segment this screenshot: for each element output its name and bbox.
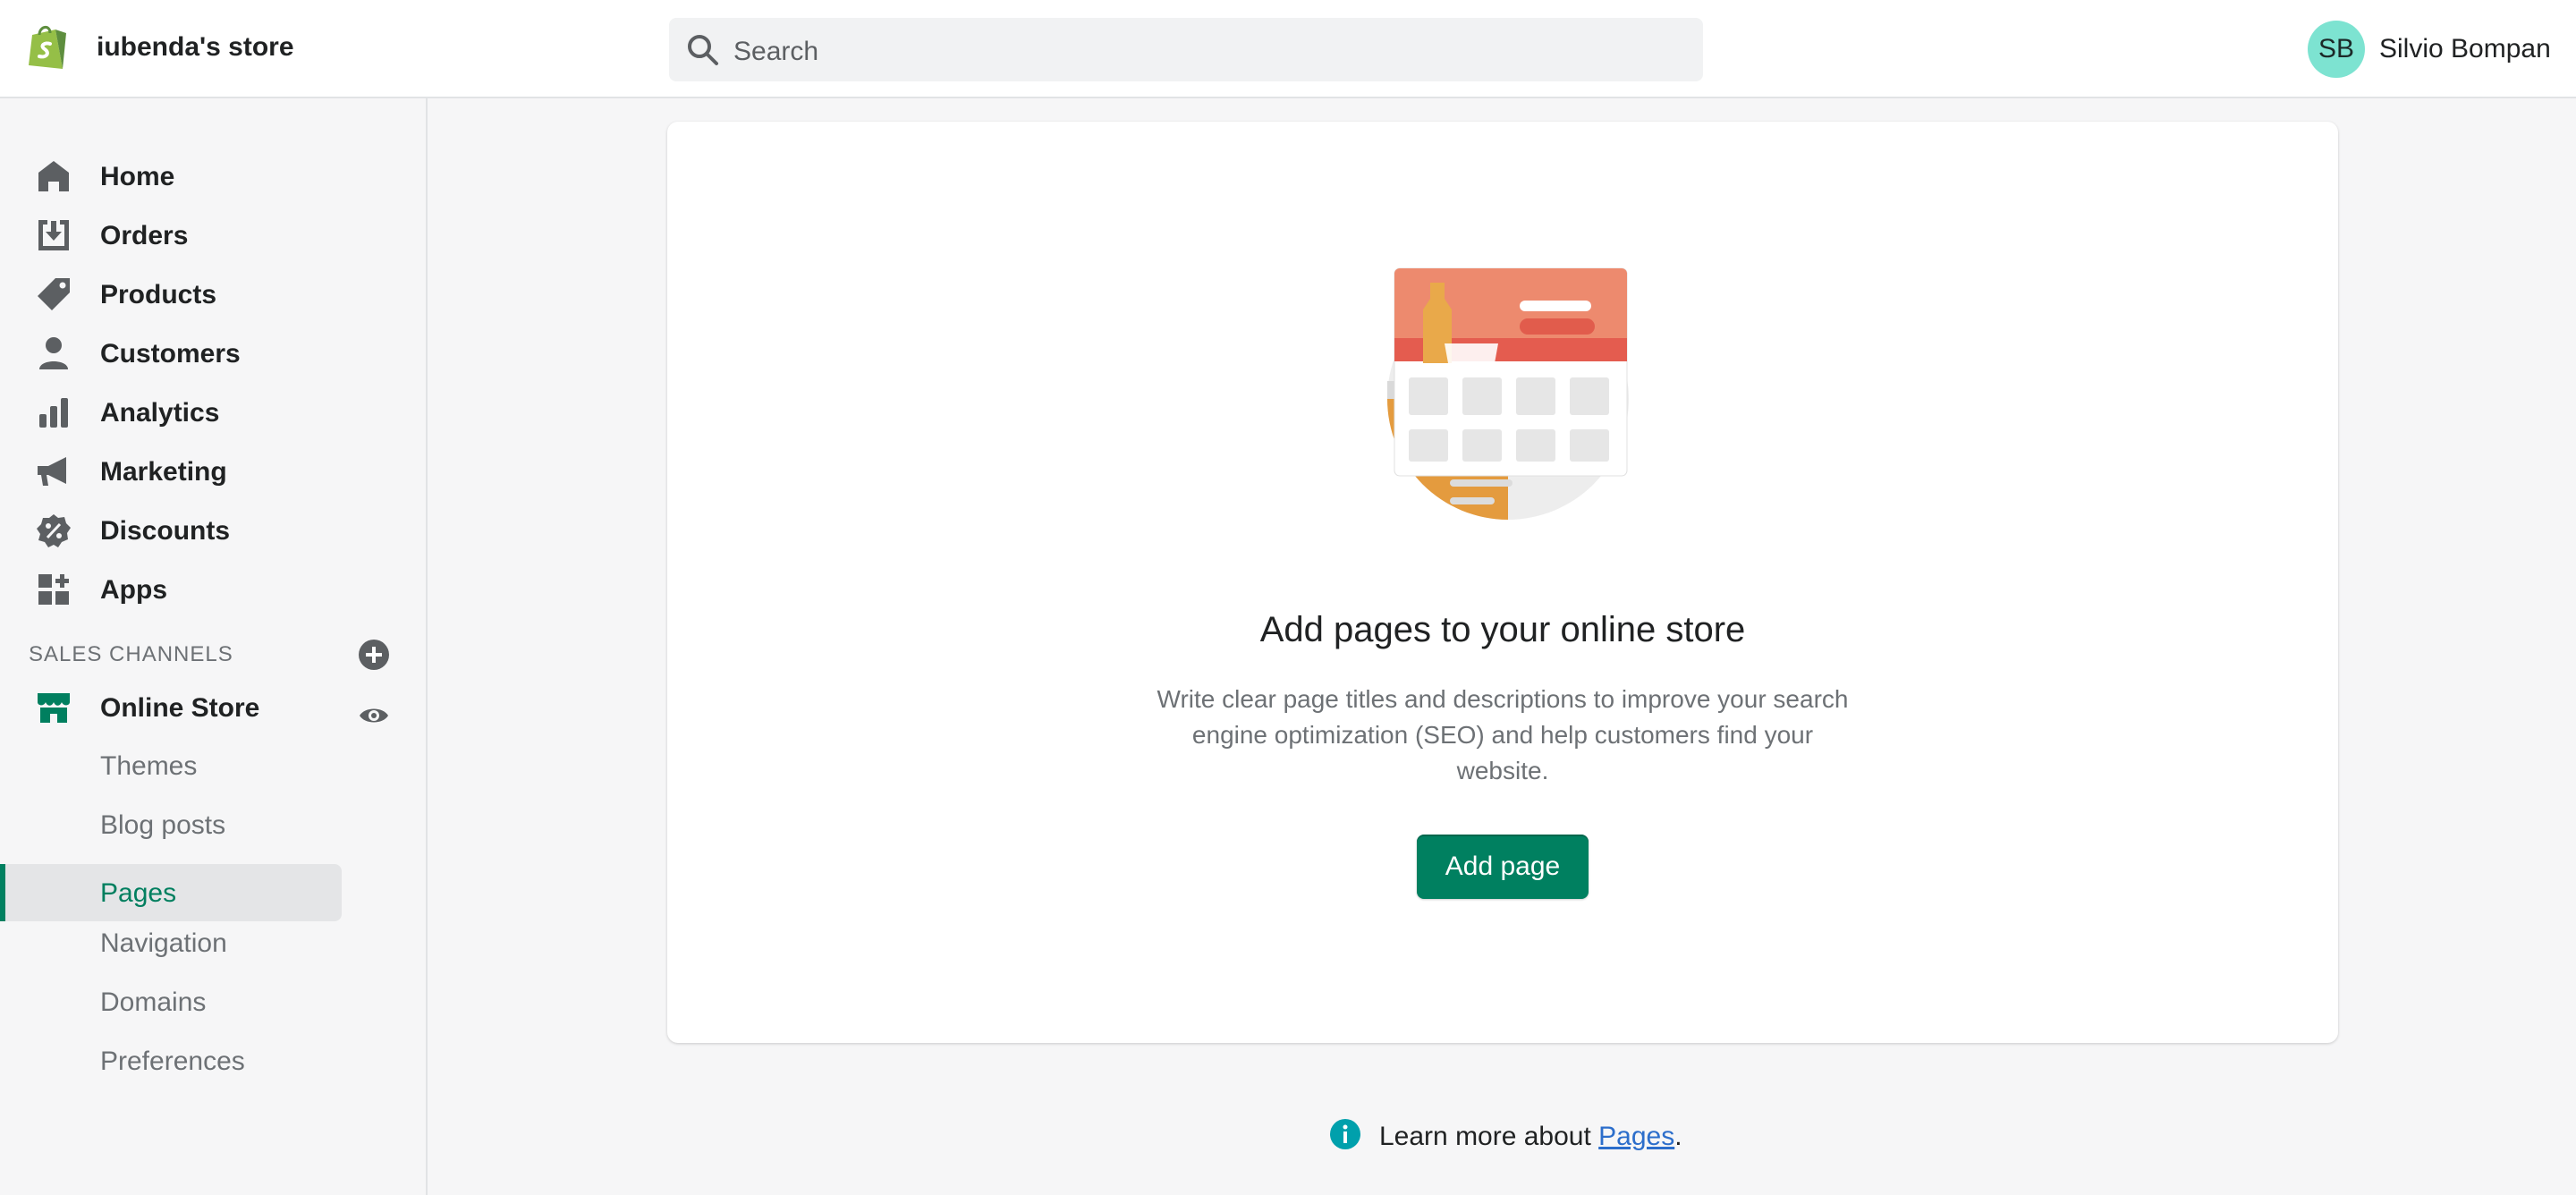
store-icon (38, 693, 70, 723)
apps-icon (38, 574, 69, 605)
sidebar-subitem-label: Domains (100, 987, 207, 1017)
sidebar-item-label: Products (100, 280, 217, 309)
sidebar-item-label: Home (100, 162, 175, 191)
active-indicator (0, 864, 5, 921)
sidebar-item-label: Apps (100, 575, 167, 605)
empty-state-description: Write clear page titles and descriptions… (1157, 685, 1849, 784)
sales-channels-title: SALES CHANNELS (29, 642, 233, 666)
search-placeholder: Search (733, 37, 819, 66)
sidebar-subitem-label: Preferences (100, 1047, 245, 1076)
sidebar-subitem-pages[interactable]: Pages (0, 864, 342, 921)
sidebar-item-customers[interactable]: Customers (0, 326, 358, 380)
footer-help-suffix: . (1674, 1122, 1682, 1151)
sidebar-item-discounts[interactable]: Discounts (0, 504, 358, 557)
person-icon (39, 337, 68, 369)
sidebar-item-label: Marketing (100, 457, 227, 487)
search-icon (688, 35, 718, 65)
sidebar-subitem-preferences[interactable]: Preferences (0, 1032, 342, 1089)
tag-icon (38, 278, 70, 310)
sidebar-subitem-blog-posts[interactable]: Blog posts (0, 796, 342, 853)
empty-state-heading: Add pages to your online store (1259, 610, 1746, 649)
sidebar-item-online-store[interactable]: Online Store (0, 681, 358, 734)
sidebar-item-analytics[interactable]: Analytics (0, 386, 358, 439)
sidebar-item-apps[interactable]: Apps (0, 563, 358, 616)
sidebar-item-label: Analytics (100, 398, 220, 428)
sidebar-item-label: Customers (100, 339, 241, 369)
empty-state-card: Add pages to your online store Write cle… (667, 122, 2338, 1043)
eye-icon[interactable] (358, 699, 390, 732)
sidebar-item-products[interactable]: Products (0, 267, 358, 321)
footer-help-text: Learn more about Pages. (1379, 1122, 1682, 1152)
sidebar-item-home[interactable]: Home (0, 149, 358, 203)
footer-help-prefix: Learn more about (1379, 1122, 1599, 1151)
store-name[interactable]: iubenda's store (97, 32, 294, 63)
search-bar[interactable]: Search (669, 18, 1703, 81)
sidebar-item-label: Online Store (100, 693, 260, 723)
home-icon (38, 161, 69, 191)
discount-icon (37, 514, 71, 547)
sidebar-subitem-themes[interactable]: Themes (0, 737, 342, 794)
sidebar-item-marketing[interactable]: Marketing (0, 445, 358, 498)
empty-pages-illustration (1387, 267, 1629, 520)
shopify-logo-icon[interactable] (25, 22, 70, 72)
sidebar-subitem-label: Navigation (100, 928, 227, 958)
top-bar: iubenda's store Search SB Silvio Bompan (0, 0, 2576, 98)
orders-icon (38, 220, 69, 250)
info-icon (1330, 1119, 1360, 1149)
sidebar-item-orders[interactable]: Orders (0, 208, 358, 262)
sidebar-item-label: Orders (100, 221, 189, 250)
bar-chart-icon (39, 398, 68, 428)
add-channel-icon[interactable] (358, 639, 390, 671)
megaphone-icon (38, 457, 66, 486)
sidebar-subitem-label: Blog posts (100, 810, 226, 840)
sidebar: Home Orders Products Customers Analytics (0, 98, 428, 1195)
sidebar-subitem-label: Themes (100, 751, 198, 781)
sidebar-subitem-label: Pages (100, 878, 177, 908)
sidebar-subitem-domains[interactable]: Domains (0, 973, 342, 1030)
sidebar-subitem-navigation[interactable]: Navigation (0, 914, 342, 971)
add-page-button[interactable]: Add page (1417, 835, 1589, 899)
user-name[interactable]: Silvio Bompan (2379, 34, 2551, 64)
pages-help-link[interactable]: Pages (1598, 1122, 1674, 1151)
avatar[interactable]: SB (2308, 21, 2365, 78)
sidebar-item-label: Discounts (100, 516, 231, 546)
